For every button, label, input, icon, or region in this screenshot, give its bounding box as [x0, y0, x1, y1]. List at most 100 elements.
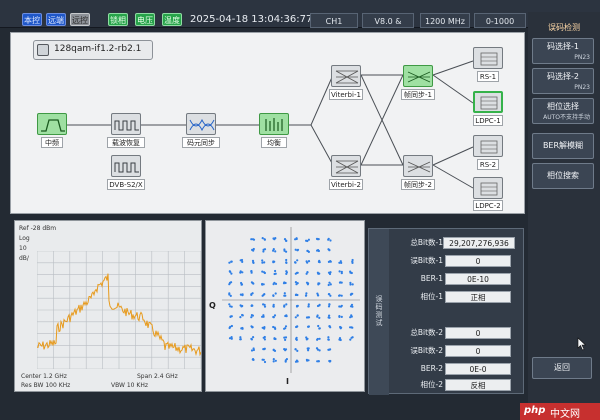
ldpc1-node[interactable] — [473, 91, 503, 113]
code-select-1-button[interactable]: 码选择-1 PN23 — [532, 38, 594, 64]
constellation-point — [328, 314, 331, 317]
constellation-point — [307, 305, 310, 308]
constellation-point — [261, 294, 264, 297]
constellation-point — [305, 239, 308, 242]
constellation-point — [338, 338, 341, 341]
ber-test-panel: 误码测试 总Bit数-1 29,207,276,936 误Bit数-1 0 BE… — [368, 228, 524, 395]
rs2-node[interactable] — [473, 135, 503, 157]
constellation-point — [272, 305, 275, 308]
waveform-icon — [114, 120, 139, 131]
constellation-point — [329, 239, 332, 242]
constellation-point — [349, 305, 353, 308]
app-screen: 本控 远端 远控 锁相 电压 温度 2025-04-18 13:04:36:77… — [0, 0, 600, 420]
constellation-point — [285, 358, 288, 361]
constellation-point — [316, 314, 319, 317]
ldpc2-node[interactable] — [473, 177, 503, 199]
constellation-point — [294, 248, 297, 251]
spectrum-center: Center 1.2 GHz — [21, 373, 67, 380]
constellation-point — [261, 282, 264, 286]
constellation-point — [250, 270, 253, 273]
equalizer-bars-icon — [265, 118, 283, 131]
constellation-point — [252, 336, 255, 339]
constellation-point — [252, 249, 255, 252]
constellation-point — [350, 292, 353, 295]
dvb-node[interactable] — [111, 155, 141, 177]
constellation-point — [284, 294, 287, 297]
code-select-2-button[interactable]: 码选择-2 PN23 — [532, 68, 594, 94]
carrier-recovery-node[interactable] — [111, 113, 141, 135]
if-node[interactable] — [37, 113, 67, 135]
constellation-point — [349, 283, 352, 286]
frame-sync1-label: 帧同步-1 — [401, 89, 435, 100]
viterbi1-node[interactable] — [331, 65, 361, 87]
mouse-cursor-icon — [577, 337, 587, 351]
remote-control-tab[interactable]: 远控 — [70, 13, 90, 26]
temperature-indicator: 温度 — [162, 13, 182, 26]
constellation-point — [272, 316, 275, 319]
constellation-point — [252, 261, 255, 264]
constellation-point — [262, 314, 265, 317]
error-bits-2-value: 0 — [445, 345, 511, 357]
equalizer-node[interactable] — [259, 113, 289, 135]
constellation-point — [328, 293, 331, 296]
constellation-point — [296, 349, 299, 352]
constellation-point — [349, 338, 352, 341]
phase-search-button[interactable]: 相位搜索 — [532, 163, 594, 189]
ber-menu-panel: 误码检测 码选择-1 PN23 码选择-2 PN23 相位选择 AUTO不支持手… — [528, 12, 600, 407]
constellation-point — [340, 261, 343, 264]
symbol-sync-node[interactable] — [186, 113, 216, 135]
constellation-point — [261, 237, 264, 240]
constellation-point — [282, 282, 286, 285]
local-control-tab[interactable]: 本控 — [22, 13, 42, 26]
constellation-point — [285, 314, 288, 317]
frame-sync2-label: 帧同步-2 — [401, 179, 435, 190]
constellation-point — [317, 294, 320, 297]
constellation-point — [350, 336, 353, 339]
constellation-point — [283, 305, 286, 308]
constellation-point — [307, 303, 310, 306]
constellation-point — [306, 283, 309, 286]
viterbi2-node[interactable] — [331, 155, 361, 177]
back-button[interactable]: 返回 — [532, 357, 592, 379]
constellation-point — [327, 338, 330, 341]
remote-end-tab[interactable]: 远端 — [46, 13, 66, 26]
constellation-point — [327, 283, 330, 287]
ldpc1-label: LDPC-1 — [473, 115, 503, 126]
constellation-point — [307, 349, 310, 352]
constellation-point — [274, 272, 277, 275]
constellation-point — [252, 348, 255, 352]
constellation-point — [327, 336, 330, 339]
constellation-point — [241, 326, 244, 330]
constellation-point — [230, 260, 233, 263]
spectrum-panel: Ref -28 dBm Log 10 dB/ Center 1.2 GHz Sp… — [14, 220, 202, 392]
constellation-point — [318, 316, 321, 319]
constellation-point — [349, 270, 352, 273]
constellation-point — [274, 269, 277, 273]
constellation-point — [296, 314, 299, 317]
constellation-point — [328, 325, 331, 328]
constellation-point — [305, 260, 308, 263]
constellation-point — [241, 271, 244, 274]
constellation-point — [241, 260, 244, 263]
constellation-point — [283, 336, 286, 339]
decoder-icon — [480, 52, 498, 66]
constellation-point — [261, 270, 264, 273]
spectrum-ref-level: Ref -28 dBm — [19, 225, 57, 232]
constellation-point — [228, 293, 231, 296]
constellation-point — [307, 347, 310, 350]
constellation-point — [307, 260, 311, 263]
constellation-point — [317, 238, 320, 241]
watermark-site-name: 中文网 — [550, 409, 580, 420]
frequency-display: 1200 MHz — [420, 13, 470, 28]
frame-sync1-node[interactable] — [403, 65, 433, 87]
constellation-point — [351, 258, 354, 262]
frame-sync2-node[interactable] — [403, 155, 433, 177]
constellation-point — [263, 238, 266, 241]
phase-select-button[interactable]: 相位选择 AUTO不支持手动 — [532, 98, 594, 124]
if-node-label: 中频 — [41, 137, 63, 148]
ber-deambiguity-button[interactable]: BER解模糊 — [532, 133, 594, 159]
constellation-point — [272, 283, 275, 286]
spectrum-scale-value: 10 — [19, 245, 27, 252]
constellation-point — [329, 283, 332, 286]
rs1-node[interactable] — [473, 47, 503, 69]
